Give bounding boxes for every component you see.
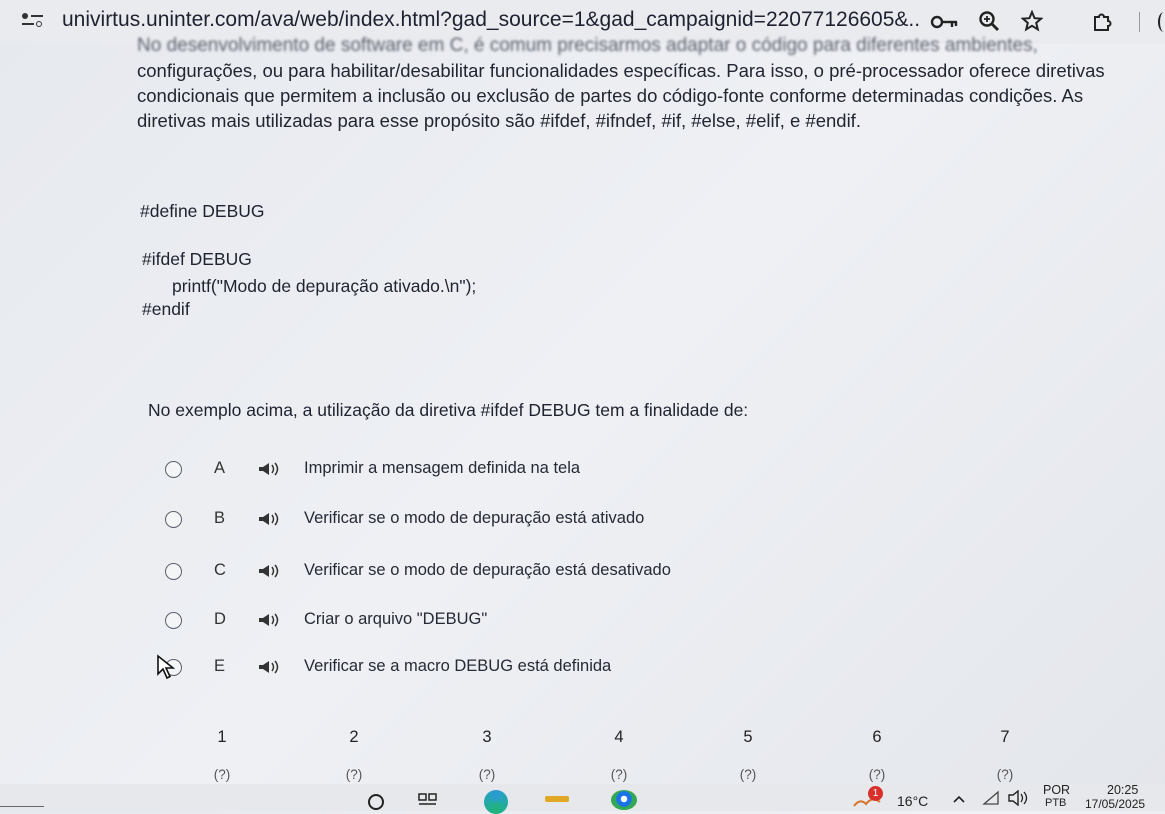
taskbar: 1 16°C POR PTB 20:25 17/05/2025 [0, 783, 1165, 814]
code-line-endif: #endif [142, 299, 190, 319]
option-letter: D [214, 610, 226, 628]
bookmark-star-icon[interactable] [1021, 10, 1043, 32]
volume-icon[interactable] [1008, 790, 1028, 806]
radio-button[interactable] [165, 612, 182, 629]
question-number: 2 [349, 728, 359, 746]
code-line-define: #define DEBUG [140, 201, 265, 221]
question-status: (?) [345, 767, 363, 782]
speaker-icon[interactable] [258, 660, 280, 674]
option-letter: E [214, 657, 226, 675]
intro-paragraph: configurações, ou para habilitar/desabil… [137, 60, 1105, 131]
site-info-icon[interactable] [22, 10, 44, 30]
question-content: No desenvolvimento de software em C, é c… [0, 35, 1165, 784]
question-status: (?) [739, 767, 757, 782]
key-icon[interactable] [930, 14, 960, 30]
task-view-icon[interactable] [418, 792, 438, 808]
question-nav-7[interactable]: 7 (?) [965, 728, 1045, 782]
speaker-icon[interactable] [258, 512, 280, 526]
question-nav-3[interactable]: 3 (?) [447, 728, 527, 782]
question-status: (?) [868, 767, 886, 782]
extensions-icon[interactable] [1091, 10, 1113, 32]
question-number: 4 [614, 728, 624, 746]
clock-date[interactable]: 17/05/2025 [1085, 797, 1145, 811]
option-e[interactable]: E Verificar se a macro DEBUG está defini… [165, 654, 865, 680]
option-a[interactable]: A Imprimir a mensagem definida na tela [165, 456, 865, 482]
keyboard-layout[interactable]: PTB [1045, 797, 1066, 809]
option-text: Verificar se o modo de depuração está de… [304, 561, 671, 579]
clock-time[interactable]: 20:25 [1107, 783, 1138, 797]
radio-button[interactable] [165, 563, 182, 580]
language-indicator[interactable]: POR [1043, 783, 1070, 797]
toolbar-divider [1139, 12, 1140, 32]
edge-browser-icon[interactable] [484, 790, 508, 814]
question-status: (?) [610, 767, 628, 782]
zoom-icon[interactable] [978, 10, 1000, 32]
question-nav-4[interactable]: 4 (?) [579, 728, 659, 782]
option-b[interactable]: B Verificar se o modo de depuração está … [165, 506, 865, 532]
question-number: 3 [482, 728, 492, 746]
option-letter: B [214, 509, 226, 527]
paragraph-cut-line: No desenvolvimento de software em C, é c… [137, 35, 1038, 56]
option-letter: A [214, 459, 226, 477]
chevron-up-icon[interactable] [952, 794, 966, 804]
speaker-icon[interactable] [258, 613, 280, 627]
speaker-icon[interactable] [258, 462, 280, 476]
chrome-icon[interactable] [611, 790, 637, 810]
question-status: (?) [478, 767, 496, 782]
weather-temperature[interactable]: 16°C [897, 793, 928, 809]
question-nav-2[interactable]: 2 (?) [314, 728, 394, 782]
option-text: Verificar se o modo de depuração está at… [304, 509, 645, 527]
file-explorer-icon[interactable] [545, 796, 569, 802]
search-icon[interactable] [368, 794, 384, 810]
option-letter: C [214, 561, 226, 579]
url-field[interactable]: univirtus.uninter.com/ava/web/index.html… [62, 8, 922, 32]
option-text: Criar o arquivo "DEBUG" [304, 610, 488, 628]
question-nav-5[interactable]: 5 (?) [708, 728, 788, 782]
question-nav-6[interactable]: 6 (?) [837, 728, 917, 782]
taskbar-edge [0, 806, 44, 807]
question-number: 7 [1000, 728, 1010, 746]
option-c[interactable]: C Verificar se o modo de depuração está … [165, 558, 865, 584]
profile-icon[interactable] [1158, 12, 1165, 32]
code-line-ifdef: #ifdef DEBUG [142, 249, 252, 269]
question-number: 5 [743, 728, 753, 746]
mouse-cursor-icon [157, 654, 176, 680]
wifi-icon[interactable] [982, 790, 1000, 806]
question-nav-1[interactable]: 1 (?) [182, 728, 262, 782]
notification-badge: 1 [868, 786, 883, 801]
radio-button[interactable] [165, 461, 182, 478]
option-d[interactable]: D Criar o arquivo "DEBUG" [165, 607, 865, 633]
question-number: 1 [217, 728, 227, 746]
option-text: Verificar se a macro DEBUG está definida [304, 657, 612, 675]
speaker-icon[interactable] [258, 564, 280, 578]
code-line-printf: printf("Modo de depuração ativado.\n"); [172, 276, 477, 296]
option-text: Imprimir a mensagem definida na tela [304, 459, 581, 477]
question-number: 6 [872, 728, 882, 746]
question-status: (?) [213, 767, 231, 782]
question-text: No exemplo acima, a utilização da direti… [148, 400, 749, 420]
question-status: (?) [996, 767, 1014, 782]
radio-button[interactable] [165, 511, 182, 528]
